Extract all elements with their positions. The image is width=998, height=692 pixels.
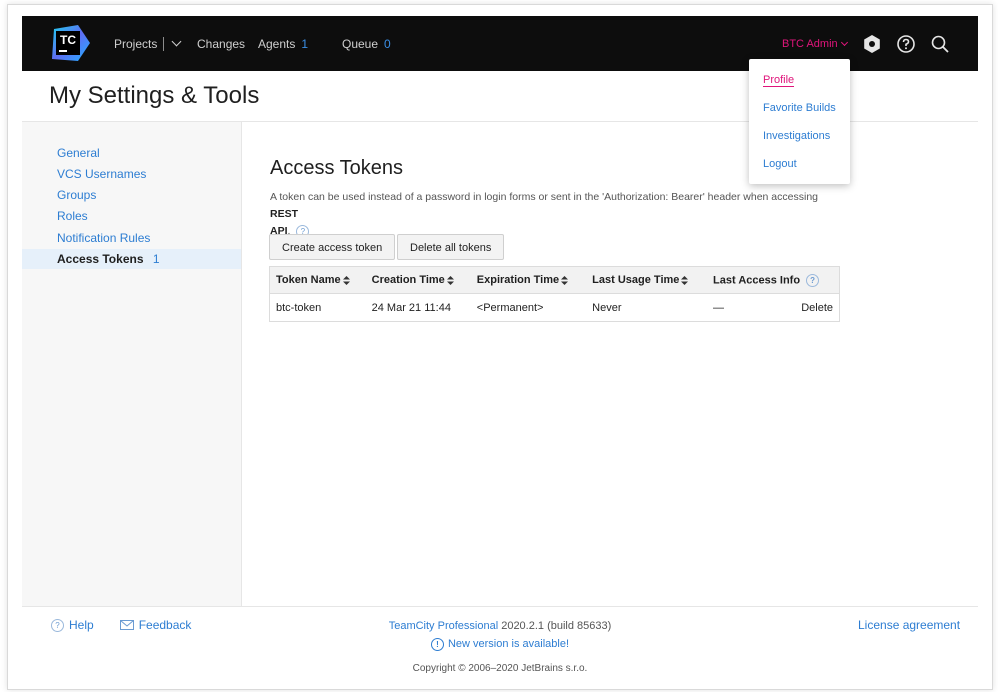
- feedback-link[interactable]: Feedback: [119, 618, 192, 632]
- table-header-row: Token Name Creation Time Expiration Time…: [269, 266, 840, 294]
- sidebar-item-label: Groups: [57, 188, 97, 202]
- create-access-token-button[interactable]: Create access token: [269, 234, 396, 260]
- sidebar-item-groups[interactable]: Groups: [22, 185, 241, 205]
- expiration-time-cell: <Permanent>: [470, 293, 587, 322]
- help-link[interactable]: ? Help: [51, 618, 94, 632]
- copyright-text: Copyright © 2006–2020 JetBrains s.r.o.: [412, 663, 588, 674]
- column-header-label: Creation Time: [371, 274, 445, 286]
- sidebar-item-label: Roles: [57, 209, 88, 223]
- sort-icon: [342, 275, 350, 285]
- sort-icon: [561, 275, 569, 285]
- dropdown-item-logout[interactable]: Logout: [763, 158, 797, 170]
- sidebar-item-label: Access Tokens: [57, 252, 144, 266]
- column-header-label: Token Name: [276, 274, 341, 286]
- footer-center-info: TeamCity Professional 2020.2.1 (build 85…: [300, 618, 700, 677]
- help-icon[interactable]: ?: [806, 273, 820, 287]
- mail-icon: [119, 620, 134, 630]
- section-heading: Access Tokens: [270, 157, 404, 179]
- column-header-label: Expiration Time: [476, 274, 560, 286]
- delete-token-link[interactable]: Delete: [752, 293, 840, 322]
- nav-projects-label: Projects: [114, 36, 158, 51]
- product-version: 2020.2.1 (build 85633): [501, 620, 612, 632]
- nav-agents-label: Agents: [258, 36, 296, 51]
- description-text: A token can be used instead of a passwor…: [270, 191, 818, 203]
- table-row: btc-token 24 Mar 21 11:44 <Permanent> Ne…: [269, 293, 840, 322]
- creation-time-cell: 24 Mar 21 11:44: [365, 293, 471, 322]
- chevron-down-icon[interactable]: [171, 36, 182, 47]
- dropdown-item-profile[interactable]: Profile: [763, 74, 795, 87]
- access-tokens-count: 1: [152, 252, 160, 266]
- footer-left-links: ? Help Feedback: [51, 618, 191, 632]
- dropdown-item-investigations[interactable]: Investigations: [763, 130, 830, 142]
- nav-queue[interactable]: Queue 0: [342, 16, 391, 71]
- agents-count-badge: 1: [301, 36, 309, 51]
- logo-text: TC: [60, 33, 76, 47]
- column-header-last-usage-time[interactable]: Last Usage Time: [586, 266, 708, 294]
- column-header-token-name[interactable]: Token Name: [269, 266, 366, 294]
- column-header-last-access-info: Last Access Info ?: [707, 266, 840, 294]
- settings-sidebar: General VCS Usernames Groups Roles Notif…: [22, 122, 242, 606]
- administration-gear-icon[interactable]: [862, 34, 882, 54]
- chevron-down-icon: [840, 38, 848, 46]
- column-header-label: Last Access Info: [713, 273, 801, 286]
- help-label: Help: [69, 618, 94, 632]
- last-usage-cell: Never: [586, 293, 708, 322]
- section-description: A token can be used instead of a passwor…: [270, 191, 818, 238]
- token-name-cell: btc-token: [269, 293, 366, 322]
- nav-changes-label: Changes: [197, 36, 246, 51]
- sidebar-item-vcs-usernames[interactable]: VCS Usernames: [22, 164, 241, 184]
- column-header-expiration-time[interactable]: Expiration Time: [470, 266, 587, 294]
- dropdown-item-favorite-builds[interactable]: Favorite Builds: [763, 102, 836, 114]
- sidebar-item-roles[interactable]: Roles: [22, 206, 241, 226]
- last-access-cell: —: [707, 293, 753, 322]
- nav-changes[interactable]: Changes: [197, 16, 245, 71]
- sort-icon: [446, 275, 454, 285]
- info-icon: !: [430, 637, 444, 651]
- sidebar-item-label: General: [57, 146, 100, 160]
- sidebar-item-access-tokens[interactable]: Access Tokens 1: [22, 249, 241, 269]
- sidebar-item-notification-rules[interactable]: Notification Rules: [22, 228, 241, 248]
- feedback-label: Feedback: [138, 618, 192, 632]
- license-agreement-link[interactable]: License agreement: [858, 618, 960, 632]
- column-header-label: Last Usage Time: [592, 274, 680, 286]
- sort-icon: [681, 275, 689, 285]
- nav-agents[interactable]: Agents 1: [258, 16, 308, 71]
- user-name: BTC Admin: [782, 37, 838, 50]
- description-bold-rest: REST: [270, 208, 299, 220]
- sidebar-item-label: Notification Rules: [57, 231, 151, 245]
- delete-all-tokens-button[interactable]: Delete all tokens: [397, 234, 505, 260]
- nav-queue-label: Queue: [342, 36, 379, 51]
- tokens-table: Token Name Creation Time Expiration Time…: [269, 266, 840, 322]
- column-header-creation-time[interactable]: Creation Time: [365, 266, 471, 294]
- teamcity-logo[interactable]: TC: [48, 25, 90, 62]
- nav-separator: [163, 36, 165, 51]
- help-icon: ?: [51, 618, 64, 632]
- search-icon[interactable]: [930, 34, 950, 54]
- help-icon[interactable]: [896, 34, 916, 54]
- sidebar-item-general[interactable]: General: [22, 143, 241, 163]
- new-version-link[interactable]: New version is available!: [448, 638, 569, 650]
- sidebar-item-label: VCS Usernames: [57, 167, 147, 181]
- nav-projects[interactable]: Projects: [114, 16, 182, 71]
- page-title: My Settings & Tools: [49, 82, 260, 109]
- queue-count-badge: 0: [384, 36, 391, 51]
- footer-divider: [22, 606, 978, 607]
- user-dropdown-menu: Profile Favorite Builds Investigations L…: [749, 59, 850, 184]
- product-link[interactable]: TeamCity Professional: [389, 620, 498, 632]
